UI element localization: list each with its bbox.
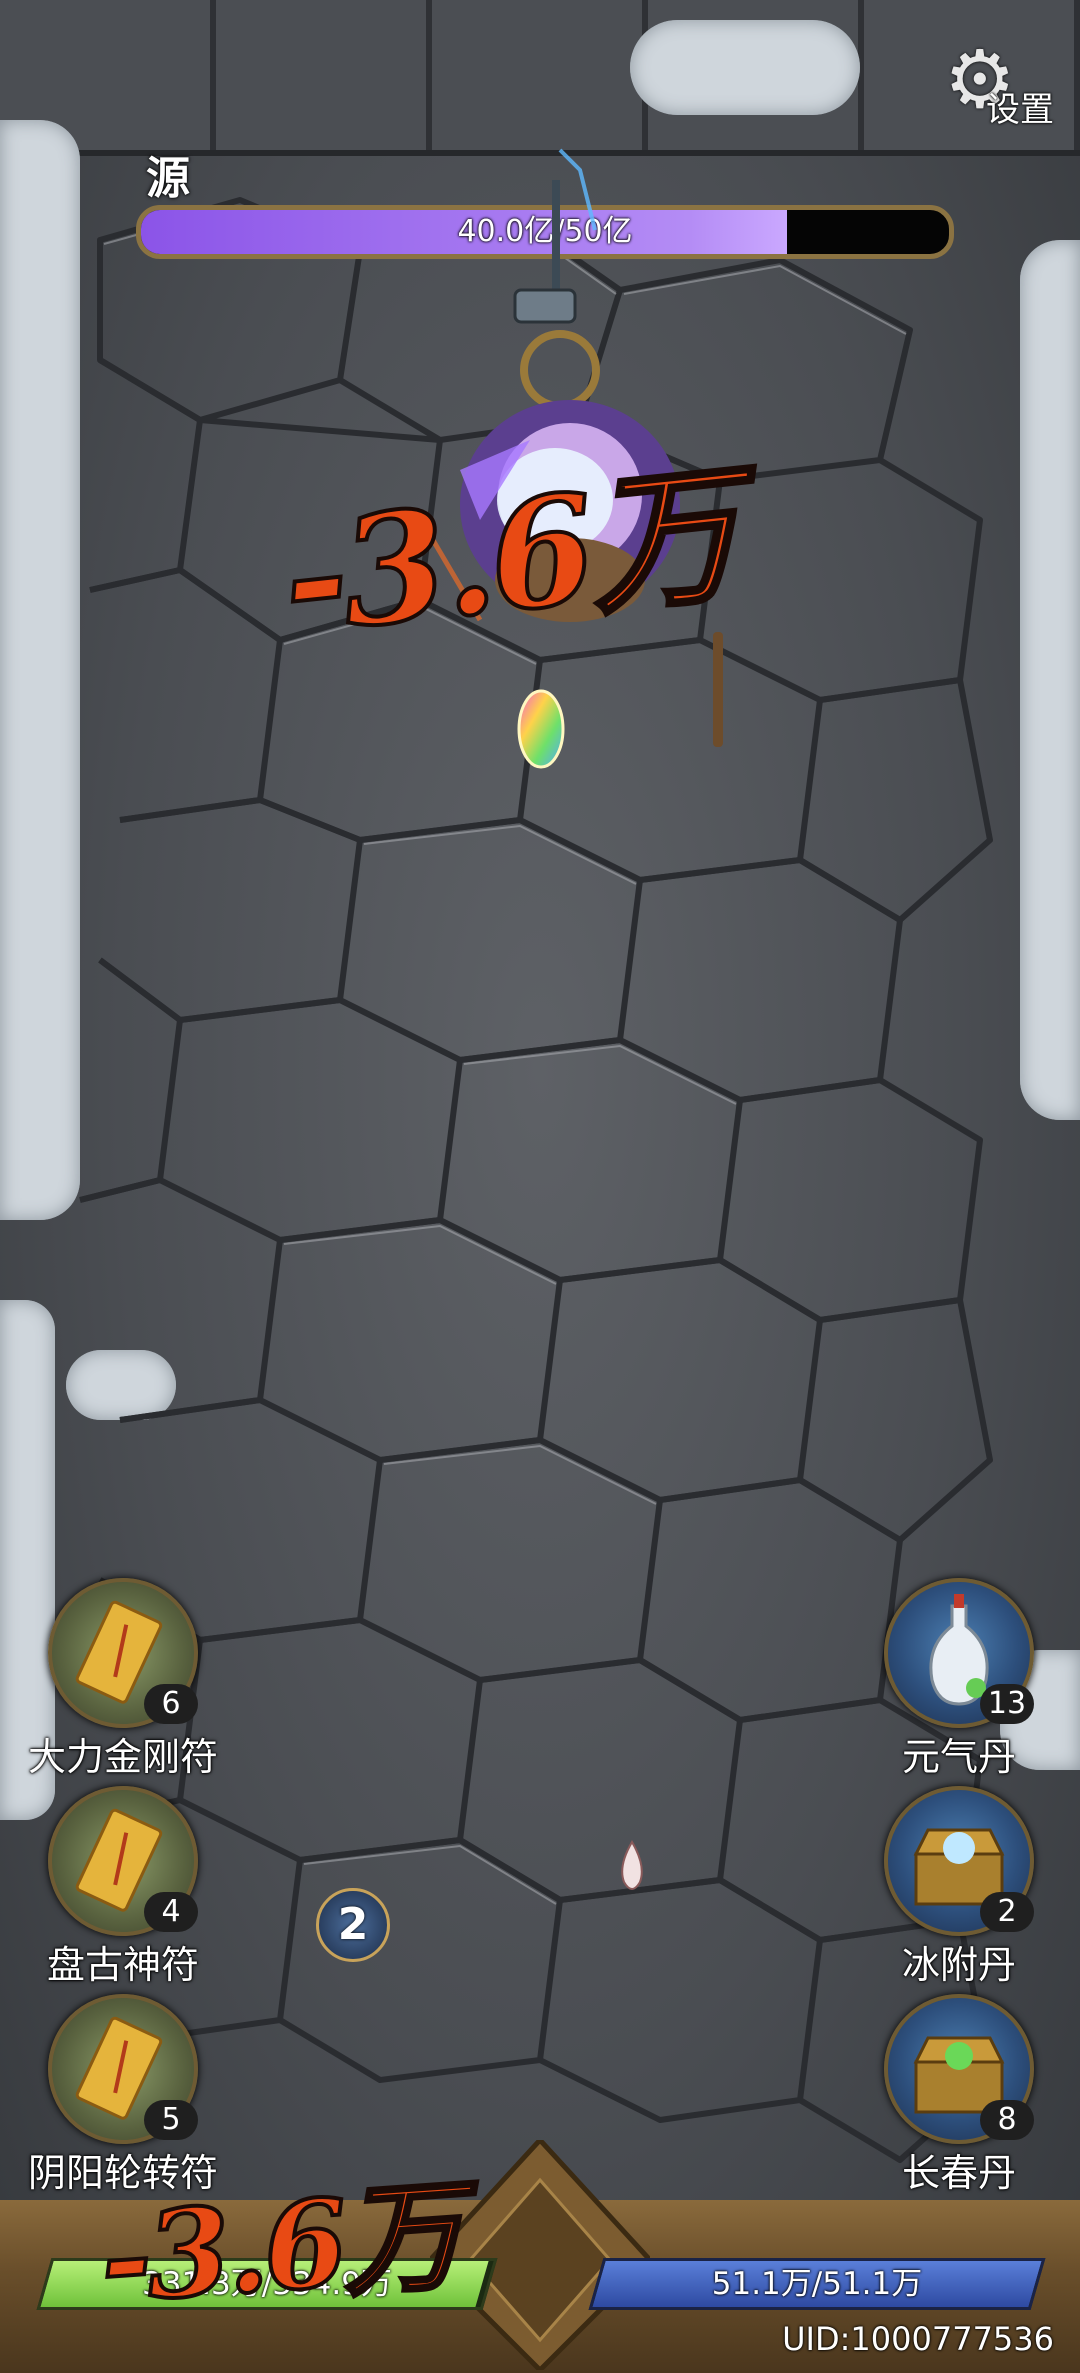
player-mp-text: 51.1万/51.1万 [711, 2266, 923, 2302]
gem-drop-icon[interactable] [515, 688, 567, 770]
player-flame-icon [621, 1840, 643, 1890]
snow-patch-top-right [630, 20, 860, 115]
skill-count-badge: 2 [980, 1892, 1034, 1932]
skill-count-badge: 13 [980, 1684, 1034, 1724]
skill-changchun-dan[interactable]: 8 长春丹 [884, 1994, 1034, 2195]
player-damage-number: -3.6万 [94, 2163, 466, 2333]
skill-name: 元气丹 [901, 1735, 1016, 1779]
banner-pole-icon [513, 148, 597, 324]
settings-button[interactable]: ⚙ 设置 [944, 40, 1054, 135]
wooden-stake [713, 632, 723, 747]
skill-name: 大力金刚符 [27, 1735, 218, 1779]
skill-name: 长春丹 [901, 2151, 1016, 2195]
boss-name: 源 [146, 153, 190, 204]
skill-count-badge: 4 [144, 1892, 198, 1932]
hud-crest-ornament [430, 2140, 650, 2370]
player-mp-bar: 51.1万/51.1万 [588, 2258, 1046, 2310]
snow-edge-right [1020, 240, 1080, 1120]
skill-count-badge: 5 [144, 2100, 198, 2140]
combo-counter-badge: 2 [316, 1888, 390, 1962]
user-id-label: UID:1000777536 [782, 2320, 1054, 2358]
skill-dali-jingang-fu[interactable]: 6 大力金刚符 [28, 1578, 218, 1779]
skill-name: 冰附丹 [901, 1943, 1016, 1987]
game-stage[interactable]: ⚙ 设置 源 40.0亿/50亿 -3.6万 6 大力金刚符 4 盘古神符 5 … [0, 0, 1080, 2373]
skill-count-badge: 6 [144, 1684, 198, 1724]
settings-label: 设置 [986, 90, 1054, 130]
skill-pangu-shenfu[interactable]: 4 盘古神符 [47, 1786, 199, 1987]
skill-bingfu-dan[interactable]: 2 冰附丹 [884, 1786, 1034, 1987]
skill-count-badge: 8 [980, 2100, 1034, 2140]
skill-yuanqi-dan[interactable]: 13 元气丹 [884, 1578, 1034, 1779]
skill-name: 盘古神符 [46, 1943, 199, 1987]
